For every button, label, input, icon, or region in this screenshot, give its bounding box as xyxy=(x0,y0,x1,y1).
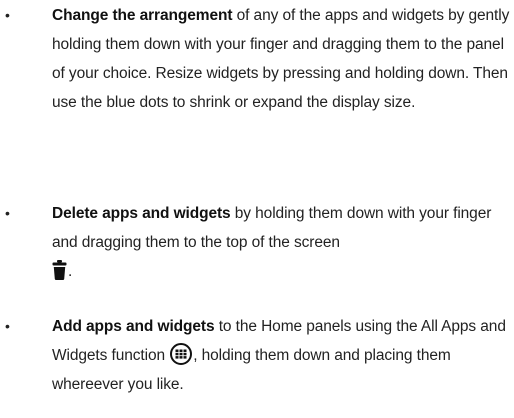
item-text: Add apps and widgets to the Home panels … xyxy=(52,312,514,399)
item-heading: Change the arrangement xyxy=(52,7,233,24)
item-text: Delete apps and widgets by holding them … xyxy=(52,199,514,286)
item-heading: Delete apps and widgets xyxy=(52,205,231,222)
trash-icon xyxy=(52,259,67,280)
bullet: • xyxy=(5,7,10,23)
bullet: • xyxy=(5,205,10,221)
item-heading: Add apps and widgets xyxy=(52,318,215,335)
item-body-end: . xyxy=(68,263,73,280)
apps-grid-icon xyxy=(170,342,193,365)
bullet: • xyxy=(5,318,10,334)
item-text: Change the arrangement of any of the app… xyxy=(52,1,514,117)
